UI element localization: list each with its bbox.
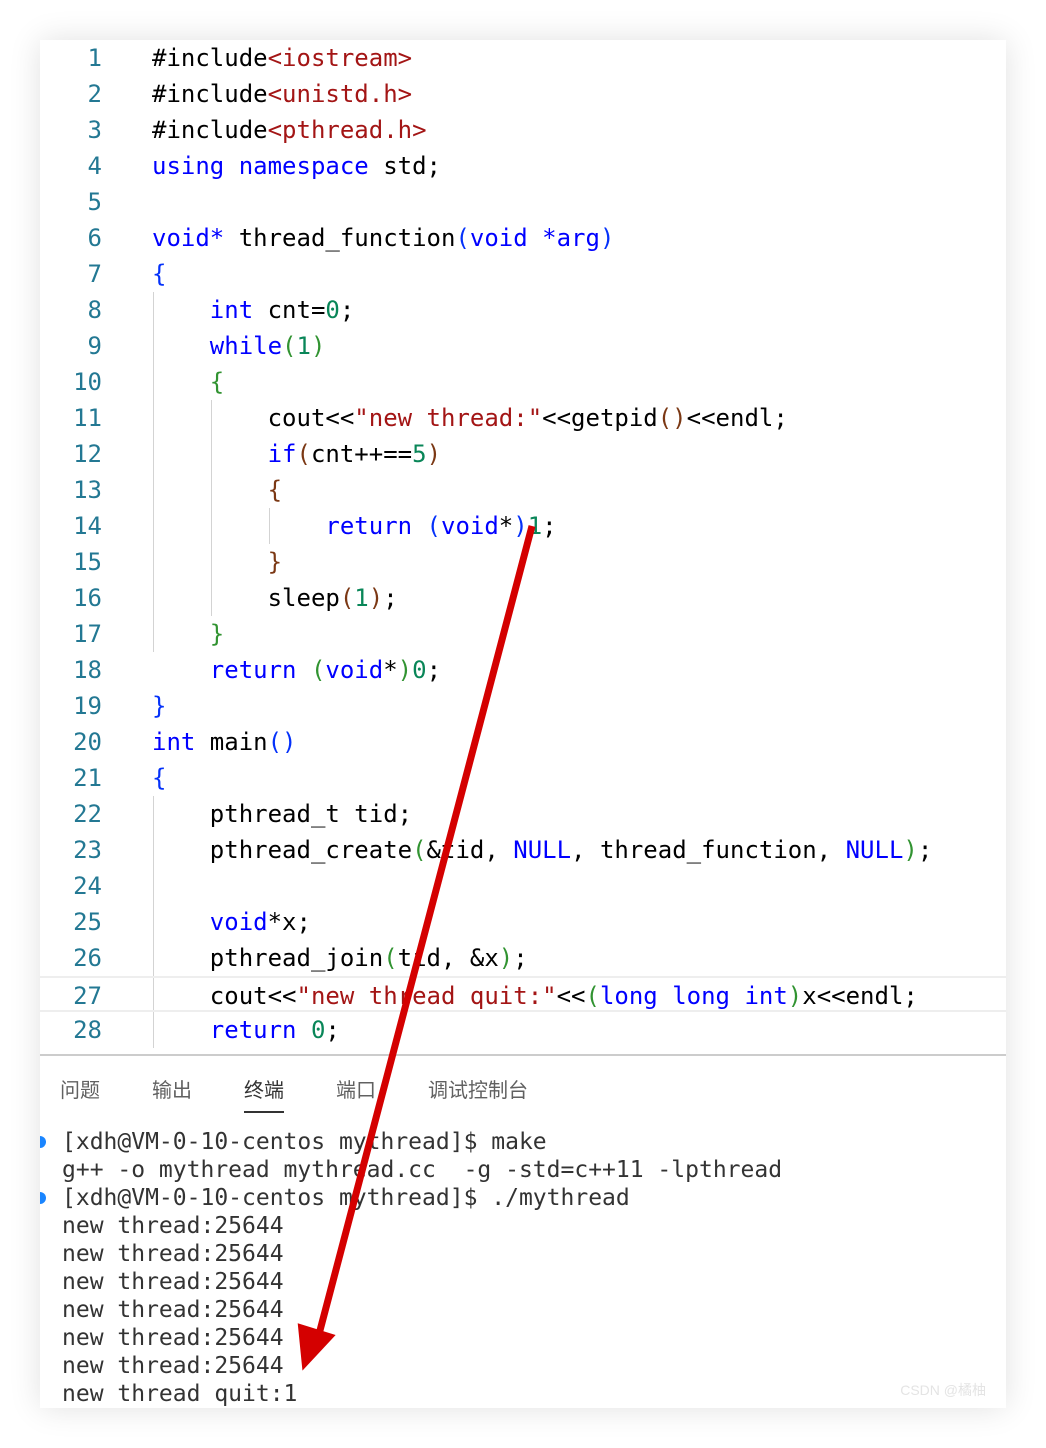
red-arrow-annotation xyxy=(297,525,536,1371)
arrow-shaft xyxy=(314,525,536,1339)
arrow-head xyxy=(297,1323,336,1371)
